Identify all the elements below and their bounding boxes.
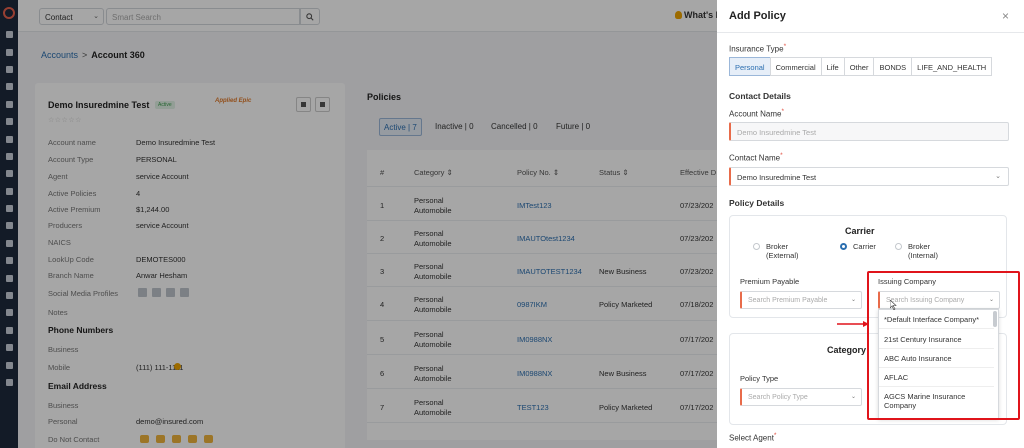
tab-other[interactable]: Other (843, 57, 875, 76)
policy-details-heading: Policy Details (729, 198, 785, 208)
chevron-down-icon: ⌄ (995, 173, 1001, 180)
premium-payable-label: Premium Payable (740, 277, 800, 286)
contact-name-select[interactable]: Demo Insuredmine Test ⌄ (729, 167, 1009, 186)
carrier-title: Carrier (845, 226, 875, 236)
contact-name-label: Contact Name* (729, 152, 783, 163)
annotation-arrow-icon (837, 321, 869, 327)
policy-type-label: Policy Type (740, 374, 779, 383)
annotation-highlight-box (867, 271, 1020, 420)
contact-details-heading: Contact Details (729, 91, 791, 101)
account-name-field: Demo Insuredmine Test (729, 122, 1009, 141)
drawer-title: Add Policy (729, 10, 786, 22)
contact-name-value: Demo Insuredmine Test (737, 173, 817, 182)
tab-life[interactable]: Life (820, 57, 845, 76)
modal-backdrop[interactable] (0, 0, 717, 448)
select-agent-label: Select Agent* (729, 432, 777, 443)
category-title: Category (827, 345, 867, 355)
insurance-type-label: Insurance Type* (729, 43, 787, 54)
chevron-down-icon: ⌄ (850, 394, 856, 400)
account-name-label: Account Name* (729, 108, 785, 119)
close-icon[interactable]: × (1002, 9, 1009, 23)
policy-type-placeholder: Search Policy Type (748, 394, 808, 401)
insurance-type-tabs: Personal Commercial Life Other BONDS LIF… (729, 57, 993, 76)
premium-payable-placeholder: Search Premium Payable (748, 297, 828, 304)
chevron-down-icon: ⌄ (850, 297, 856, 303)
tab-personal[interactable]: Personal (729, 57, 771, 76)
policy-type-select[interactable]: Search Policy Type ⌄ (740, 388, 862, 406)
tab-commercial[interactable]: Commercial (769, 57, 822, 76)
premium-payable-select[interactable]: Search Premium Payable ⌄ (740, 291, 862, 309)
tab-bonds[interactable]: BONDS (873, 57, 913, 76)
mouse-cursor-icon (890, 300, 897, 310)
tab-life-and-health[interactable]: LIFE_AND_HEALTH (911, 57, 993, 76)
